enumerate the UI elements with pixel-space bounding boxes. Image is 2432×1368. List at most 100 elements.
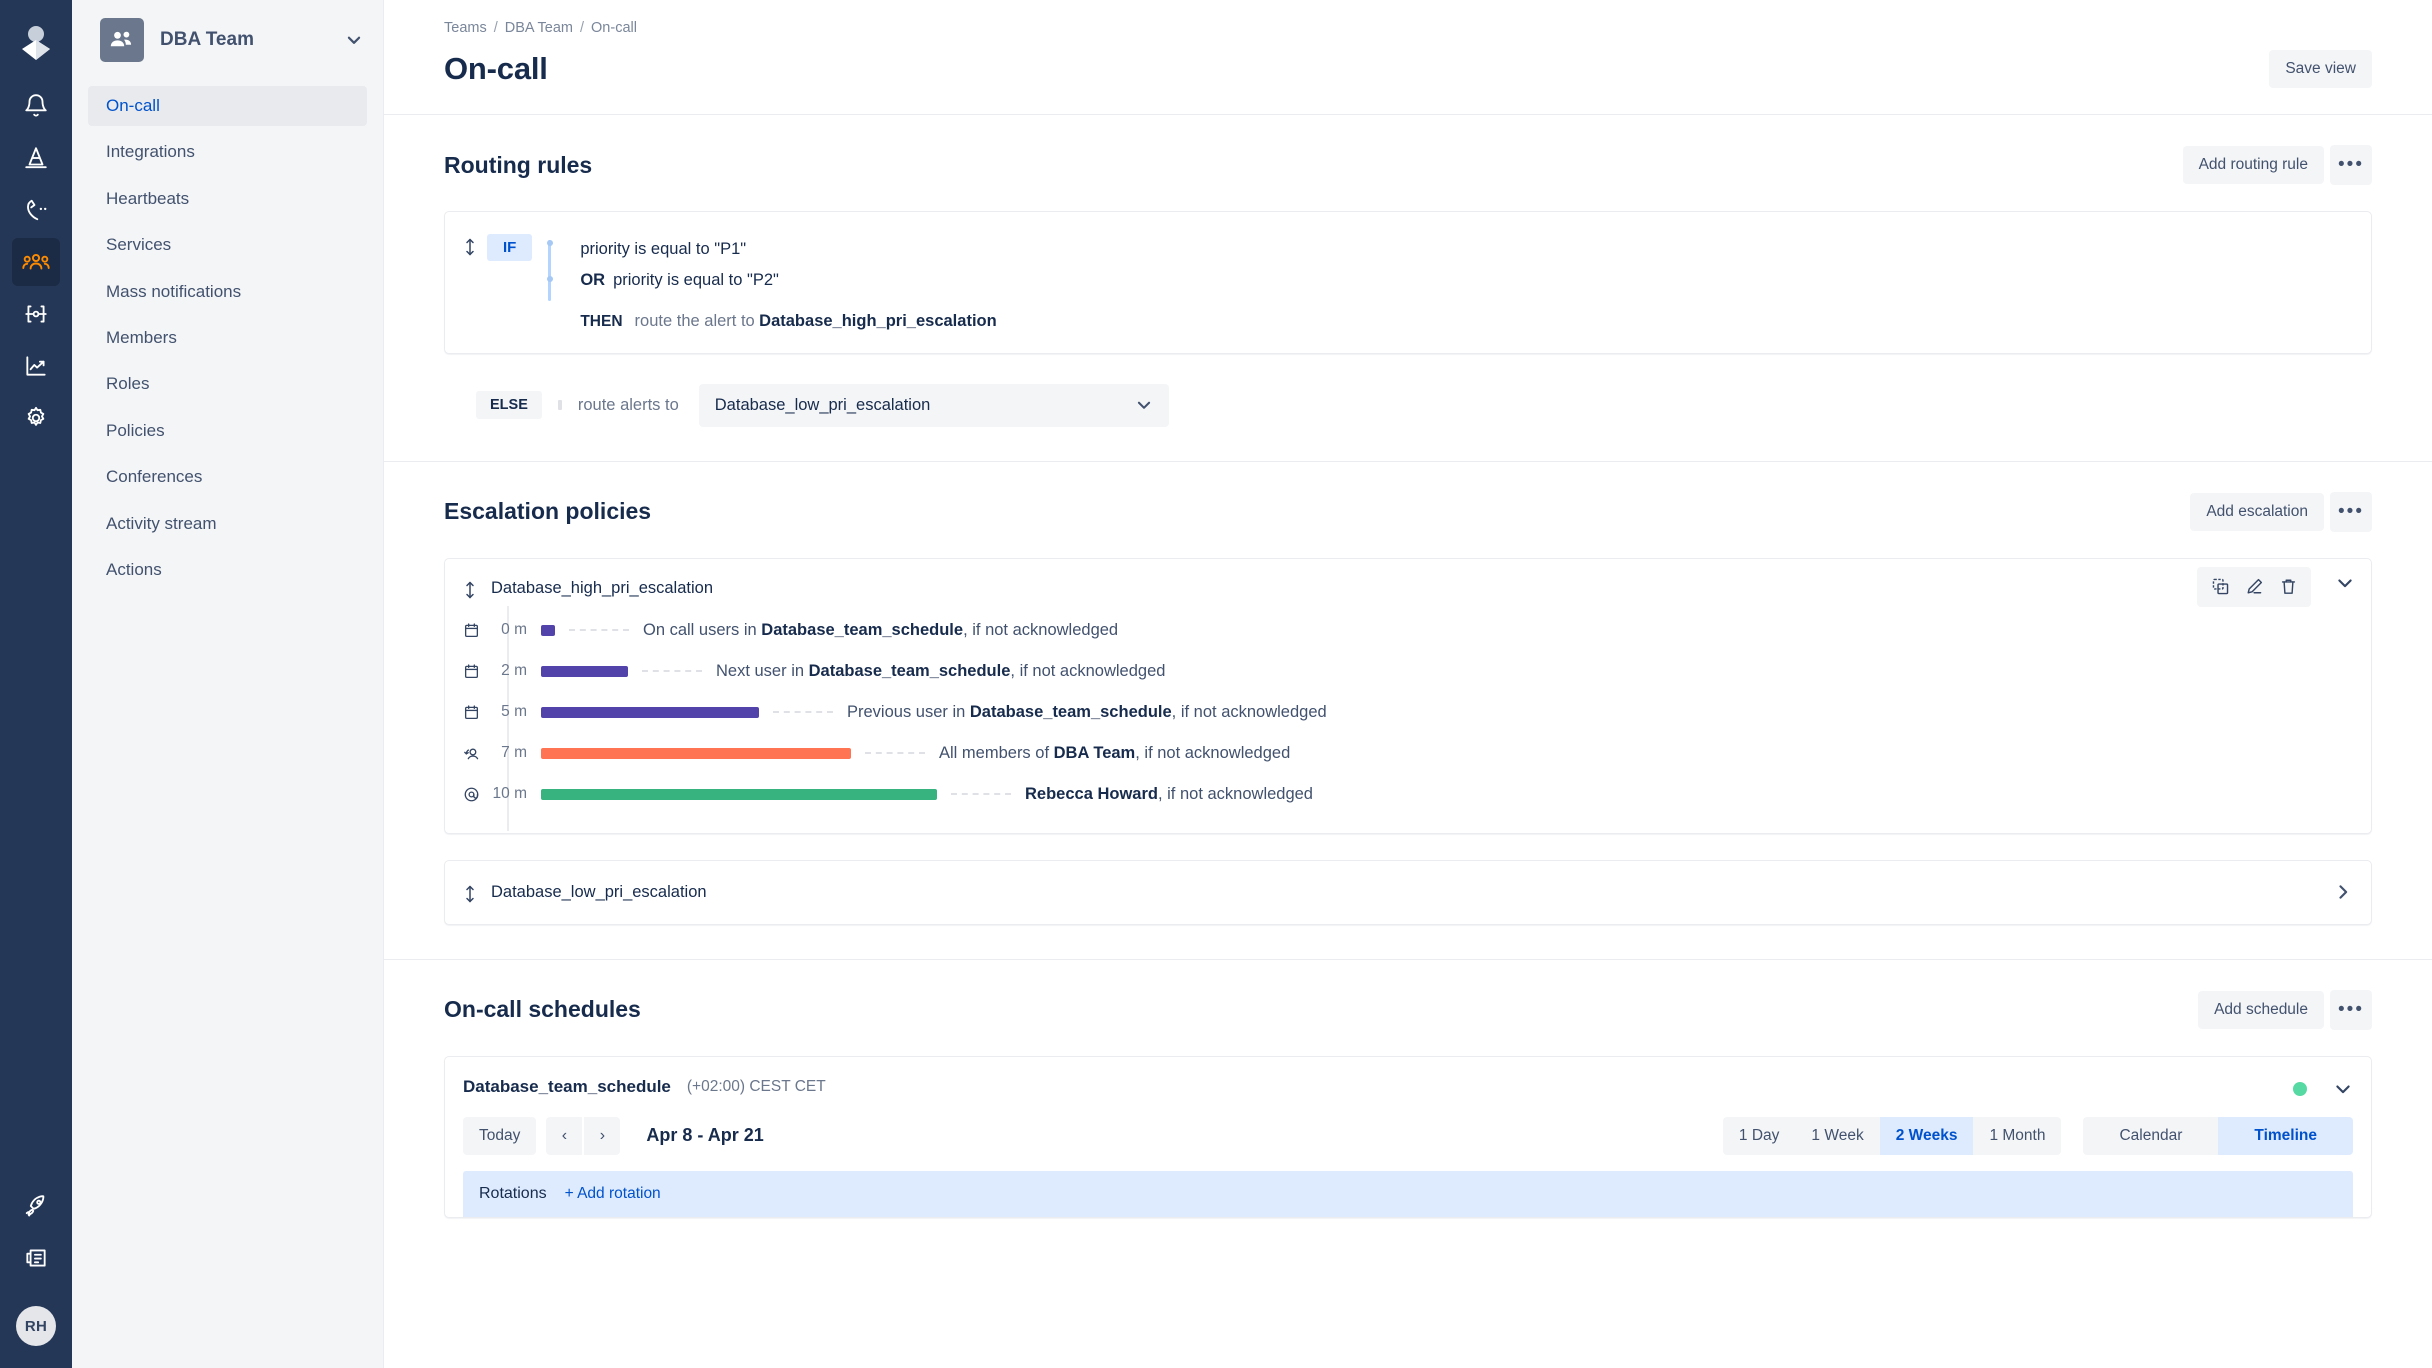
then-target[interactable]: Database_high_pri_escalation [759,312,997,331]
then-row: THEN route the alert to Database_high_pr… [566,312,996,331]
add-routing-rule-button[interactable]: Add routing rule [2182,146,2324,184]
chevron-left-icon[interactable]: ‹ [546,1116,583,1155]
collapse-escalation-chevron-down-icon[interactable] [2335,573,2355,593]
delete-trash-icon[interactable] [2271,571,2305,603]
expand-escalation-chevron-right-icon[interactable] [2333,882,2353,902]
add-rotation-link[interactable]: + Add rotation [565,1185,661,1203]
sidebar-item-roles[interactable]: Roles [88,364,367,404]
team-switcher[interactable]: DBA Team [72,0,383,80]
escalation-rule-bar [541,665,628,677]
escalation-rule-row[interactable]: 0 m On call users in Database_team_sched… [463,610,2353,651]
escalation-rule-target: Rebecca Howard [1025,784,1158,803]
calendar-icon [463,622,489,639]
team-icon [463,745,489,762]
else-escalation-select[interactable]: Database_low_pri_escalation [698,383,1169,427]
escalation-rule-target: Database_team_schedule [808,661,1011,680]
sidebar-item-integrations[interactable]: Integrations [88,132,367,172]
drag-handle-icon[interactable] [463,234,487,257]
breadcrumb-on-call[interactable]: On-call [591,20,637,36]
escalation-policy-name[interactable]: Database_high_pri_escalation [491,579,713,598]
docs-icon[interactable] [12,1234,60,1282]
escalation-policies-actions: Add escalation ••• [2190,491,2372,532]
escalation-rule-text: All members of DBA Team, if not acknowle… [939,744,1290,763]
else-connector [557,400,562,410]
escalation-rule-row[interactable]: 10 m Rebecca Howard, if not acknowledged [463,774,2353,815]
sidebar-item-heartbeats[interactable]: Heartbeats [88,179,367,219]
condition-row-1[interactable]: priority is equal to "P1" [566,234,996,265]
analytics-chart-icon[interactable] [12,342,60,390]
escalation-rule-list: 0 m On call users in Database_team_sched… [445,604,2371,833]
escalation-rule-row[interactable]: 2 m Next user in Database_team_schedule,… [463,651,2353,692]
on-call-schedules-more-icon[interactable]: ••• [2330,989,2372,1030]
escalation-policy-card-high: Database_high_pri_escalation 0 m On call… [444,557,2372,834]
phone-call-icon[interactable] [12,186,60,234]
escalation-rule-text: Next user in Database_team_schedule, if … [716,662,1165,681]
condition-dot-1 [547,240,554,246]
escalation-rule-text: On call users in Database_team_schedule,… [643,621,1118,640]
else-escalation-value: Database_low_pri_escalation [714,395,931,414]
sidebar-item-conferences[interactable]: Conferences [88,457,367,497]
escalation-rule-bar [541,706,759,718]
escalation-rule-dashes [951,793,1011,795]
condition-text-1: priority is equal to "P1" [580,240,747,258]
more-dots: ••• [2338,500,2364,522]
zoom-1-day[interactable]: 1 Day [1722,1116,1796,1155]
date-range-label: Apr 8 - Apr 21 [646,1125,764,1145]
condition-row-2[interactable]: OR priority is equal to "P2" [566,265,996,296]
chevron-right-icon[interactable]: › [584,1116,621,1155]
on-call-schedules-header: On-call schedules Add schedule ••• [444,989,2372,1030]
service-node-icon[interactable] [12,290,60,338]
zoom-level-group: 1 Day 1 Week 2 Weeks 1 Month [1722,1116,2062,1155]
sidebar-item-on-call[interactable]: On-call [88,86,367,127]
sidebar-item-services[interactable]: Services [88,225,367,265]
view-timeline[interactable]: Timeline [2218,1116,2353,1155]
avatar[interactable]: RH [16,1306,56,1346]
view-calendar[interactable]: Calendar [2083,1116,2219,1155]
sidebar-item-activity-stream[interactable]: Activity stream [88,504,367,544]
zoom-2-weeks[interactable]: 2 Weeks [1879,1116,1974,1155]
breadcrumb-teams[interactable]: Teams [444,20,487,36]
collapse-schedule-chevron-down-icon[interactable] [2333,1079,2353,1099]
sidebar-nav: On-call Integrations Heartbeats Services… [72,80,383,590]
bell-icon[interactable] [12,82,60,130]
escalation-rule-suffix: , if not acknowledged [1010,661,1166,680]
drag-handle-icon[interactable] [463,881,487,904]
escalation-rule-dashes [569,629,629,631]
today-button[interactable]: Today [463,1116,537,1155]
view-mode-group: Calendar Timeline [2083,1116,2353,1155]
sidebar-item-actions[interactable]: Actions [88,550,367,590]
escalation-rule-time: 2 m [501,662,527,679]
chevron-down-icon[interactable] [345,31,363,49]
gear-icon[interactable] [12,394,60,442]
logo-icon[interactable] [12,16,60,72]
escalation-policy-card-low[interactable]: Database_low_pri_escalation [444,859,2372,925]
calendar-icon [463,704,489,721]
teams-icon[interactable] [12,238,60,286]
breadcrumb-dba-team[interactable]: DBA Team [505,20,573,36]
zoom-1-week[interactable]: 1 Week [1795,1116,1880,1155]
sidebar-item-policies[interactable]: Policies [88,411,367,451]
save-view-button[interactable]: Save view [2269,50,2372,88]
escalation-policy-name[interactable]: Database_low_pri_escalation [491,883,2333,902]
sidebar-item-mass-notifications[interactable]: Mass notifications [88,272,367,312]
zoom-1-month[interactable]: 1 Month [1973,1116,2062,1155]
copy-icon[interactable] [2203,571,2237,603]
schedule-name[interactable]: Database_team_schedule [463,1077,671,1097]
rocket-icon[interactable] [12,1182,60,1230]
escalation-rule-prefix: Previous user in [847,702,970,721]
escalation-rule-suffix: , if not acknowledged [963,620,1119,639]
routing-rules-more-icon[interactable]: ••• [2330,145,2372,185]
escalation-rule-dashes [773,711,833,713]
escalation-rule-text: Rebecca Howard, if not acknowledged [1025,785,1313,804]
escalation-rule-row[interactable]: 7 m All members of DBA Team, if not ackn… [463,733,2353,774]
escalation-rule-suffix: , if not acknowledged [1157,784,1313,803]
add-escalation-button[interactable]: Add escalation [2190,492,2324,531]
edit-pencil-icon[interactable] [2237,571,2271,603]
escalation-rule-row[interactable]: 5 m Previous user in Database_team_sched… [463,692,2353,733]
routing-rule-line: IF priority is equal to "P1" OR priority … [463,234,2353,331]
drag-handle-icon[interactable] [463,577,487,600]
add-schedule-button[interactable]: Add schedule [2198,990,2324,1029]
sidebar-item-members[interactable]: Members [88,318,367,358]
escalation-policies-more-icon[interactable]: ••• [2330,491,2372,532]
incident-cone-icon[interactable] [12,134,60,182]
